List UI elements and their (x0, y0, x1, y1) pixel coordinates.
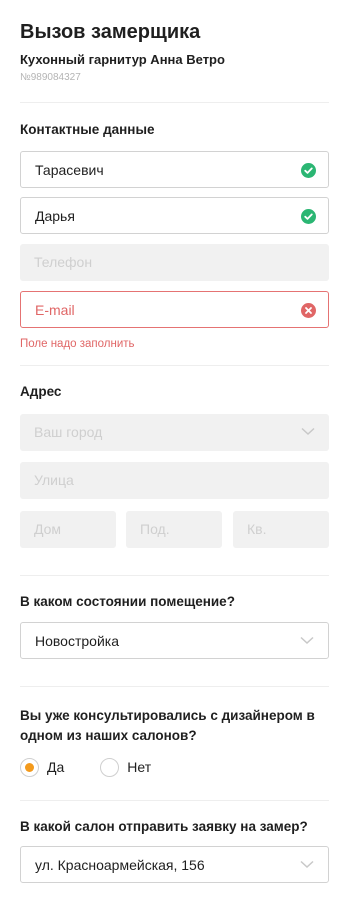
radio-yes-circle[interactable] (20, 757, 39, 777)
room-state-select[interactable]: Новостройка (20, 622, 329, 659)
email-error-message: Поле надо заполнить (20, 338, 135, 350)
last-name-value: Тарасевич (35, 162, 104, 178)
radio-yes-label: Да (47, 759, 65, 775)
salon-select[interactable]: ул. Красноармейская, 156 (20, 846, 329, 883)
divider (20, 575, 329, 576)
contacts-section-title: Контактные данные (20, 122, 155, 137)
radio-no[interactable]: Нет (100, 757, 152, 777)
salon-question: В какой салон отправить заявку на замер? (20, 819, 308, 834)
email-placeholder: E-mail (35, 302, 75, 318)
divider (20, 102, 329, 103)
first-name-field[interactable]: Дарья (20, 197, 329, 234)
city-select[interactable]: Ваш город (20, 414, 329, 451)
first-name-value: Дарья (35, 208, 75, 224)
product-name: Кухонный гарнитур Анна Ветро (20, 52, 225, 67)
phone-placeholder: Телефон (34, 254, 93, 270)
house-field[interactable]: Дом (20, 511, 116, 548)
email-field[interactable]: E-mail (20, 291, 329, 328)
apartment-placeholder: Кв. (247, 521, 267, 537)
radio-no-circle[interactable] (100, 757, 120, 777)
check-icon (301, 209, 316, 224)
designer-question: Вы уже консультировались с дизайнером в … (20, 708, 315, 743)
page-title: Вызов замерщика (20, 21, 201, 43)
phone-field[interactable]: Телефон (20, 244, 329, 281)
chevron-down-icon (301, 427, 315, 436)
street-field[interactable]: Улица (20, 462, 329, 499)
address-section-title: Адрес (20, 384, 62, 399)
divider (20, 800, 329, 801)
last-name-field[interactable]: Тарасевич (20, 151, 329, 188)
house-placeholder: Дом (34, 521, 62, 537)
entrance-field[interactable]: Под. (126, 511, 222, 548)
entrance-placeholder: Под. (140, 521, 170, 537)
divider (20, 686, 329, 687)
check-icon (301, 163, 316, 178)
city-placeholder: Ваш город (34, 424, 103, 440)
room-state-value: Новостройка (35, 633, 119, 649)
chevron-down-icon (300, 860, 314, 869)
designer-radio-group: Да Нет (20, 757, 179, 777)
error-icon (301, 303, 316, 318)
street-placeholder: Улица (34, 472, 74, 488)
salon-value: ул. Красноармейская, 156 (35, 857, 205, 873)
divider (20, 365, 329, 366)
radio-no-label: Нет (127, 759, 152, 775)
radio-yes[interactable]: Да (20, 757, 65, 777)
chevron-down-icon (300, 636, 314, 645)
room-state-question: В каком состоянии помещение? (20, 594, 235, 609)
product-sku: №989084327 (20, 72, 81, 83)
apartment-field[interactable]: Кв. (233, 511, 329, 548)
